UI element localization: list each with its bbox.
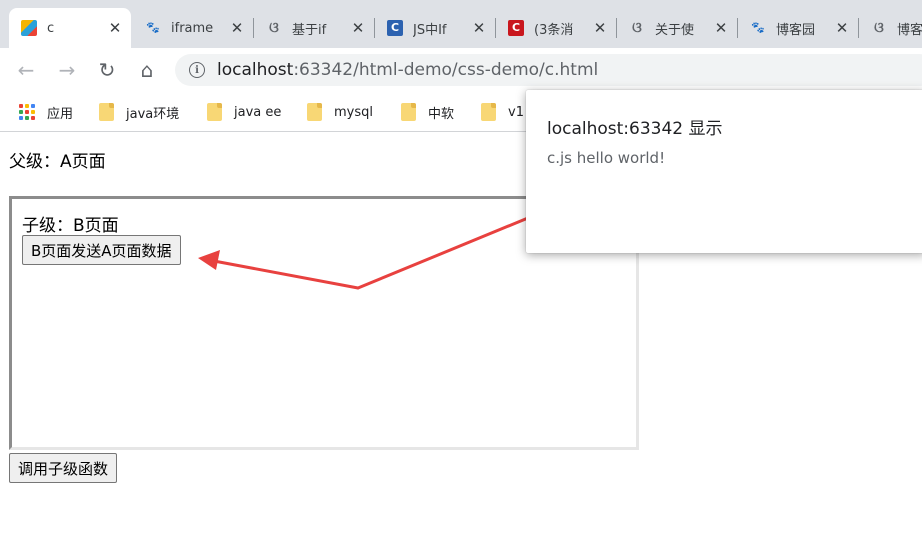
bookmark-folder[interactable]: java ee xyxy=(207,102,281,122)
send-data-button[interactable]: B页面发送A页面数据 xyxy=(22,235,181,265)
csdn-c-icon: C xyxy=(508,20,524,36)
tab-title: 关于使 xyxy=(655,22,695,38)
bookmark-label: 应用 xyxy=(47,106,74,122)
swirl-icon: ଓ xyxy=(632,20,642,36)
bookmark-folder[interactable]: java环境 xyxy=(99,102,179,122)
close-icon[interactable]: ✕ xyxy=(105,19,125,37)
square-c-icon: C xyxy=(387,20,403,36)
bookmark-folder[interactable]: v1 xyxy=(481,102,524,122)
url-host: localhost xyxy=(217,60,294,80)
bookmark-folder[interactable]: 中软 xyxy=(401,102,454,122)
tab-title: iframe xyxy=(171,20,214,36)
url-text[interactable]: localhost:63342/html-demo/css-demo/c.htm… xyxy=(217,60,598,80)
bookmark-label: java环境 xyxy=(126,106,180,122)
folder-icon xyxy=(307,103,322,121)
baidu-paw-icon: 🐾 xyxy=(146,21,160,34)
close-icon[interactable]: ✕ xyxy=(227,19,247,37)
tab-c[interactable]: c ✕ xyxy=(9,8,131,48)
bookmark-label: java ee xyxy=(234,104,282,120)
apps-grid-icon xyxy=(19,104,35,120)
alert-message: c.js hello world! xyxy=(547,149,666,167)
tab-based-on-iframe[interactable]: ଓ 基于if ✕ xyxy=(254,8,374,48)
tab-title: 博客园 xyxy=(776,22,816,38)
alert-dialog: localhost:63342 显示 c.js hello world! xyxy=(526,90,922,253)
swirl-icon: ଓ xyxy=(269,20,279,36)
bookmark-label: mysql xyxy=(334,104,373,120)
tab-strip: c ✕ 🐾 iframe ✕ ଓ 基于if ✕ C JS中If ✕ C (3条消… xyxy=(0,0,922,48)
tab-iframe[interactable]: 🐾 iframe ✕ xyxy=(133,8,253,48)
parent-page-label: 父级：A页面 xyxy=(9,152,106,172)
close-icon[interactable]: ✕ xyxy=(832,19,852,37)
bookmark-folder[interactable]: mysql xyxy=(307,102,373,122)
browser-window: c ✕ 🐾 iframe ✕ ଓ 基于if ✕ C JS中If ✕ C (3条消… xyxy=(0,0,922,537)
home-icon[interactable]: ⌂ xyxy=(135,58,159,82)
close-icon[interactable]: ✕ xyxy=(590,19,610,37)
bookmark-label: v1 xyxy=(508,104,524,120)
bookmark-label: 中软 xyxy=(428,106,455,122)
tab-about-use[interactable]: ଓ 关于使 ✕ xyxy=(617,8,737,48)
tab-title: c xyxy=(47,20,55,36)
bookmark-apps[interactable]: 应用 xyxy=(19,102,73,122)
baidu-paw-icon: 🐾 xyxy=(751,21,765,34)
reload-icon[interactable]: ↻ xyxy=(95,58,119,82)
child-page-label: 子级：B页面 xyxy=(22,216,119,236)
tab-cnblogs[interactable]: 🐾 博客园 ✕ xyxy=(738,8,858,48)
folder-icon xyxy=(481,103,496,121)
folder-icon xyxy=(401,103,416,121)
tab-title: JS中If xyxy=(413,22,447,38)
tab-csdn-messages[interactable]: C (3条消 ✕ xyxy=(496,8,616,48)
tab-title: 基于if xyxy=(292,22,327,38)
url-path: :63342/html-demo/css-demo/c.html xyxy=(293,60,599,80)
tab-title: 博客 xyxy=(897,22,922,38)
close-icon[interactable]: ✕ xyxy=(348,19,368,37)
info-icon[interactable]: i xyxy=(189,62,205,78)
folder-icon xyxy=(207,103,222,121)
forward-arrow-icon[interactable]: → xyxy=(55,58,79,82)
call-child-function-button[interactable]: 调用子级函数 xyxy=(9,453,118,483)
tab-js-iframe[interactable]: C JS中If ✕ xyxy=(375,8,495,48)
folder-icon xyxy=(99,103,114,121)
alert-title: localhost:63342 显示 xyxy=(547,119,723,139)
close-icon[interactable]: ✕ xyxy=(469,19,489,37)
back-arrow-icon[interactable]: ← xyxy=(14,58,38,82)
tab-title: (3条消 xyxy=(534,22,574,38)
swirl-icon: ଓ xyxy=(874,20,884,36)
address-bar[interactable]: i localhost:63342/html-demo/css-demo/c.h… xyxy=(175,54,922,86)
toolbar: ← → ↻ ⌂ i localhost:63342/html-demo/css-… xyxy=(0,48,922,92)
close-icon[interactable]: ✕ xyxy=(711,19,731,37)
tab-blog[interactable]: ଓ 博客 xyxy=(859,8,922,48)
puzzle-icon xyxy=(21,20,37,36)
